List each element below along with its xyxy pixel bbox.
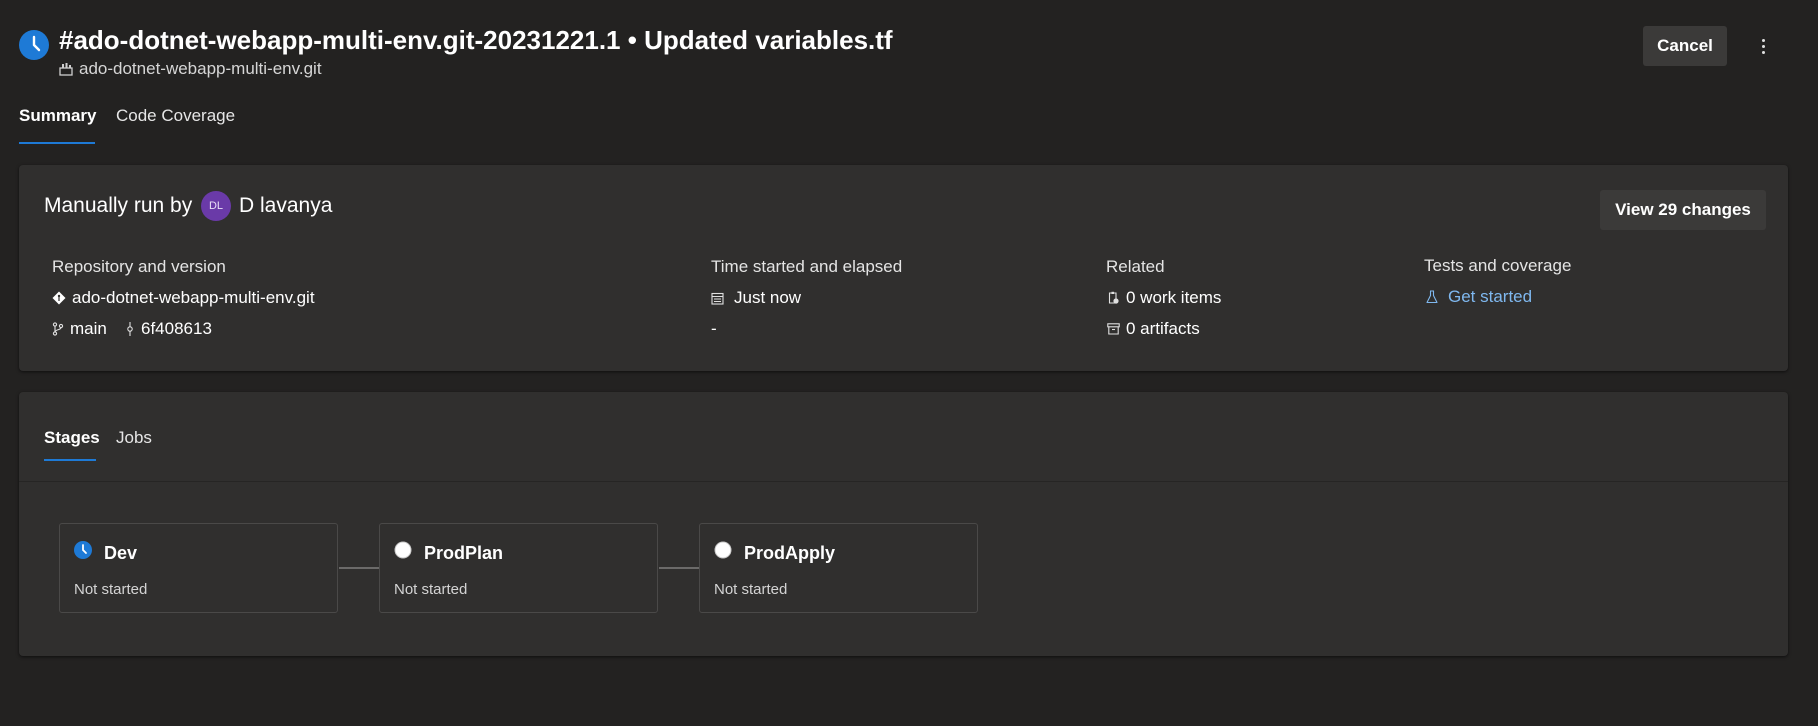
more-options-icon[interactable] bbox=[1748, 30, 1778, 62]
run-by-user: D lavanya bbox=[239, 194, 333, 217]
work-items-count[interactable]: 0 work items bbox=[1126, 288, 1221, 308]
active-tab-indicator bbox=[44, 459, 96, 461]
tab-stages[interactable]: Stages bbox=[44, 428, 100, 448]
calendar-icon bbox=[711, 292, 724, 305]
stage-status: Not started bbox=[394, 581, 468, 598]
stage-connector bbox=[339, 567, 379, 569]
artifact-icon bbox=[1107, 323, 1120, 335]
tab-code-coverage[interactable]: Code Coverage bbox=[116, 106, 235, 126]
repository-link[interactable]: ado-dotnet-webapp-multi-env.git bbox=[52, 288, 315, 308]
git-diamond-icon bbox=[52, 291, 66, 305]
stage-prodapply[interactable]: ProdApply Not started bbox=[699, 523, 978, 613]
tab-jobs[interactable]: Jobs bbox=[116, 428, 152, 448]
repository-name[interactable]: ado-dotnet-webapp-multi-env.git bbox=[79, 59, 322, 79]
stage-dev[interactable]: Dev Not started bbox=[59, 523, 338, 613]
run-by-label: Manually run by bbox=[44, 194, 193, 217]
stage-status: Not started bbox=[74, 581, 148, 598]
stage-name: ProdPlan bbox=[424, 543, 504, 563]
branch-name[interactable]: main bbox=[70, 319, 107, 339]
run-status-clock-icon bbox=[19, 30, 49, 60]
clock-icon bbox=[74, 541, 92, 559]
get-started-link[interactable]: Get started bbox=[1426, 287, 1532, 307]
page-title: #ado-dotnet-webapp-multi-env.git-2023122… bbox=[59, 25, 893, 55]
branch-icon bbox=[52, 322, 64, 336]
tab-summary[interactable]: Summary bbox=[19, 106, 96, 126]
stage-status: Not started bbox=[714, 581, 788, 598]
artifacts-link[interactable]: 0 artifacts bbox=[1107, 319, 1200, 339]
artifacts-count[interactable]: 0 artifacts bbox=[1126, 319, 1200, 339]
time-elapsed: - bbox=[711, 319, 717, 338]
avatar[interactable]: DL bbox=[201, 191, 231, 221]
work-item-icon bbox=[1108, 291, 1119, 304]
work-items-link[interactable]: 0 work items bbox=[1107, 288, 1221, 308]
repository-heading: Repository and version bbox=[52, 257, 226, 276]
stage-name: ProdApply bbox=[744, 543, 836, 563]
time-heading: Time started and elapsed bbox=[711, 257, 903, 276]
commit-icon bbox=[127, 322, 133, 336]
stage-prodplan[interactable]: ProdPlan Not started bbox=[379, 523, 658, 613]
tests-heading: Tests and coverage bbox=[1424, 256, 1572, 275]
repository-name[interactable]: ado-dotnet-webapp-multi-env.git bbox=[72, 288, 315, 308]
flask-icon bbox=[1426, 290, 1438, 304]
stage-name: Dev bbox=[104, 543, 138, 563]
divider bbox=[19, 481, 1788, 482]
empty-circle-icon bbox=[714, 541, 732, 559]
stage-connector bbox=[659, 567, 699, 569]
commit-link[interactable]: 6f408613 bbox=[125, 319, 212, 339]
view-changes-button[interactable]: View 29 changes bbox=[1600, 190, 1766, 230]
repository-subtitle[interactable]: ado-dotnet-webapp-multi-env.git bbox=[59, 59, 322, 79]
time-started-value: Just now bbox=[734, 288, 802, 307]
active-tab-indicator bbox=[19, 142, 95, 144]
related-heading: Related bbox=[1106, 257, 1165, 276]
get-started-label[interactable]: Get started bbox=[1448, 287, 1532, 307]
repo-icon bbox=[59, 63, 73, 76]
cancel-button[interactable]: Cancel bbox=[1643, 26, 1727, 66]
time-started: Just now bbox=[711, 288, 801, 308]
branch-link[interactable]: main bbox=[52, 319, 107, 339]
commit-id[interactable]: 6f408613 bbox=[141, 319, 212, 339]
empty-circle-icon bbox=[394, 541, 412, 559]
